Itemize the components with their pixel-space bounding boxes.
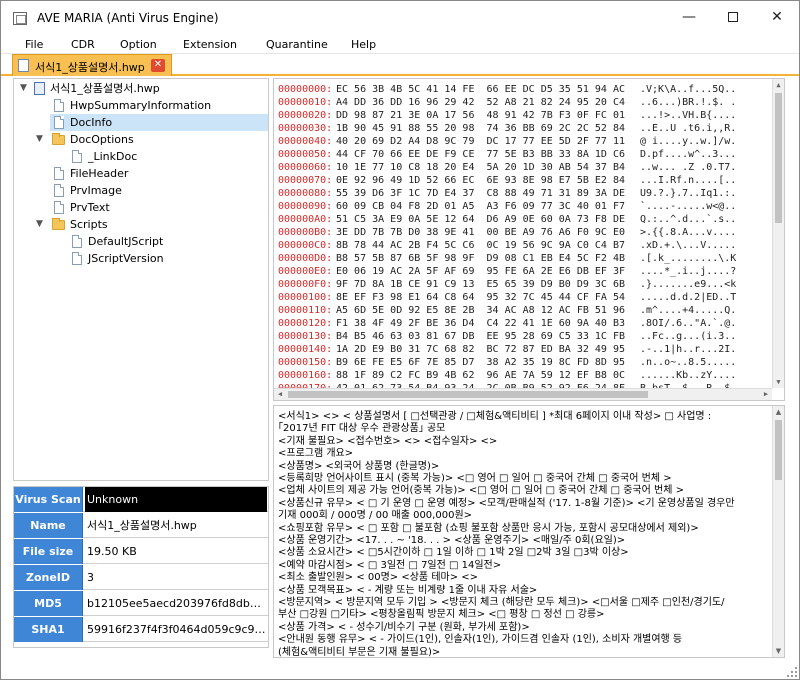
maximize-button[interactable] (711, 1, 755, 35)
tab-close-icon[interactable]: ✕ (151, 59, 165, 72)
file-icon (54, 167, 64, 180)
tree-item-label: DefaultJScript (88, 233, 163, 250)
tree-item-docoptions[interactable]: ▼ DocOptions (14, 131, 268, 148)
collapse-icon[interactable]: ▼ (36, 216, 46, 233)
info-key: SHA1 (14, 617, 83, 642)
hwp-file-icon (18, 59, 29, 72)
tree-item-jscriptversion[interactable]: JScriptVersion (14, 250, 268, 267)
scroll-thumb[interactable] (288, 391, 648, 398)
minimize-button[interactable]: — (667, 1, 711, 35)
file-icon (54, 184, 64, 197)
text-viewer[interactable]: <서식1> <> < 상품설명서 [ □선택관광 / □체험&액티비티 ] *최… (273, 405, 785, 658)
scroll-up-icon[interactable]: ▲ (773, 79, 784, 91)
tree-item-label: JScriptVersion (88, 250, 164, 267)
tree-item-prvtext[interactable]: PrvText (14, 199, 268, 216)
scroll-thumb[interactable] (775, 93, 782, 223)
folder-icon (52, 220, 65, 230)
info-row-md5: MD5 b12105ee5aecd203976fd8dbb24... (14, 591, 268, 616)
info-value[interactable]: 59916f237f4f3f0464d059c9c96... (85, 617, 267, 642)
info-value[interactable]: Unknown (85, 487, 267, 512)
tree-item-prvimage[interactable]: PrvImage (14, 182, 268, 199)
file-icon (54, 201, 64, 214)
file-icon (72, 252, 82, 265)
file-icon (54, 99, 64, 112)
hex-horizontal-scrollbar[interactable]: ◀ ▶ (274, 388, 772, 400)
scroll-thumb[interactable] (775, 420, 782, 480)
menu-bar: File CDR Option Extension Quarantine Hel… (1, 36, 799, 54)
file-icon (72, 235, 82, 248)
hwp-file-icon (34, 82, 45, 95)
info-row-file-size: File size 19.50 KB (14, 539, 268, 564)
info-value[interactable]: 서식1_상품설명서.hwp (85, 513, 267, 538)
app-icon (13, 12, 27, 25)
tree-item-label: PrvText (70, 199, 110, 216)
tree-item-hwpsummaryinformation[interactable]: HwpSummaryInformation (14, 97, 268, 114)
info-row-sha1: SHA1 59916f237f4f3f0464d059c9c96... (14, 617, 268, 642)
info-key: MD5 (14, 591, 83, 616)
tree-item-label: DocOptions (70, 131, 134, 148)
stream-tree: ▼ 서식1_상품설명서.hwp HwpSummaryInformation D… (13, 78, 269, 481)
tree-item-docinfo[interactable]: DocInfo (50, 114, 268, 131)
file-icon (54, 116, 64, 129)
menu-quarantine[interactable]: Quarantine (266, 38, 328, 51)
hex-viewer[interactable]: 00000000: EC 56 3B 4B 5C 41 14 FE 66 EE D… (273, 78, 785, 401)
file-icon (72, 150, 82, 163)
tree-item-label: PrvImage (70, 182, 122, 199)
info-row-name: Name 서식1_상품설명서.hwp (14, 513, 268, 538)
info-row-zoneid: ZoneID 3 (14, 565, 268, 590)
app-window: AVE MARIA (Anti Virus Engine) — ✕ File C… (0, 0, 800, 680)
info-value[interactable]: 3 (85, 565, 267, 590)
tree-item-label: HwpSummaryInformation (70, 97, 211, 114)
collapse-icon[interactable]: ▼ (36, 131, 46, 148)
tree-item-fileheader[interactable]: FileHeader (14, 165, 268, 182)
tree-item-scripts[interactable]: ▼ Scripts (14, 216, 268, 233)
scroll-down-icon[interactable]: ▼ (773, 645, 784, 657)
text-line: (체험&액티비티 부문은 기재 불필요)> (278, 646, 776, 658)
tree-item-defaultjscript[interactable]: DefaultJScript (14, 233, 268, 250)
document-tab[interactable]: 서식1_상품설명서.hwp ✕ (12, 54, 172, 76)
info-key: Virus Scan (14, 487, 83, 512)
menu-extension[interactable]: Extension (183, 38, 237, 51)
collapse-icon[interactable]: ▼ (20, 80, 30, 97)
folder-icon (52, 135, 65, 145)
info-key: ZoneID (14, 565, 83, 590)
scroll-right-icon[interactable]: ▶ (760, 389, 772, 400)
menu-file[interactable]: File (25, 38, 43, 51)
file-info-panel: Virus Scan Unknown Name 서식1_상품설명서.hwp Fi… (13, 486, 269, 648)
tree-item-label: _LinkDoc (88, 148, 137, 165)
maximize-icon (728, 12, 738, 22)
menu-help[interactable]: Help (351, 38, 376, 51)
tree-root-label: 서식1_상품설명서.hwp (50, 80, 160, 97)
close-window-button[interactable]: ✕ (755, 1, 799, 35)
document-tab-strip: 서식1_상품설명서.hwp ✕ (1, 54, 799, 76)
info-row-virus-scan: Virus Scan Unknown (14, 487, 268, 512)
resize-grip-icon[interactable] (787, 667, 797, 677)
document-tab-label: 서식1_상품설명서.hwp (35, 59, 145, 75)
menu-cdr[interactable]: CDR (71, 38, 95, 51)
tree-item-label: FileHeader (70, 165, 128, 182)
hex-vertical-scrollbar[interactable]: ▲ ▼ (772, 79, 784, 388)
tree-item-label: Scripts (70, 216, 108, 233)
info-value[interactable]: 19.50 KB (85, 539, 267, 564)
info-key: File size (14, 539, 83, 564)
tree-root[interactable]: ▼ 서식1_상품설명서.hwp (14, 80, 268, 97)
scroll-left-icon[interactable]: ◀ (274, 389, 286, 400)
text-vertical-scrollbar[interactable]: ▲ ▼ (772, 406, 784, 657)
info-key: Name (14, 513, 83, 538)
window-title: AVE MARIA (Anti Virus Engine) (37, 11, 219, 25)
scroll-up-icon[interactable]: ▲ (773, 406, 784, 418)
scroll-down-icon[interactable]: ▼ (773, 376, 784, 388)
tree-item-label: DocInfo (70, 114, 112, 131)
title-bar: AVE MARIA (Anti Virus Engine) — ✕ (1, 1, 799, 35)
info-value[interactable]: b12105ee5aecd203976fd8dbb24... (85, 591, 267, 616)
menu-option[interactable]: Option (120, 38, 157, 51)
tree-item-linkdoc[interactable]: _LinkDoc (14, 148, 268, 165)
